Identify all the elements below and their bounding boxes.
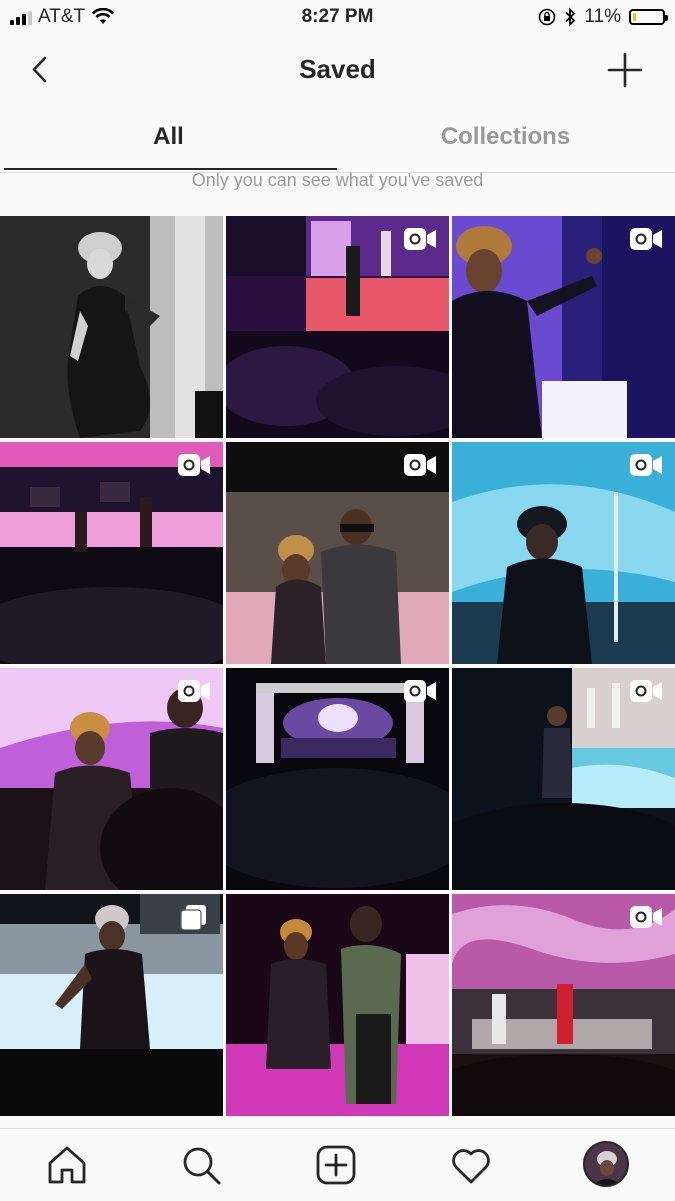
grid-item[interactable] bbox=[226, 216, 449, 438]
grid-item[interactable] bbox=[0, 216, 223, 438]
grid-item[interactable] bbox=[0, 442, 223, 664]
activity-tab[interactable] bbox=[447, 1141, 495, 1189]
video-camera-icon bbox=[404, 680, 436, 702]
video-camera-icon bbox=[630, 228, 662, 250]
video-camera-icon bbox=[630, 680, 662, 702]
tab-all[interactable]: All bbox=[0, 106, 337, 170]
home-icon bbox=[48, 1146, 86, 1184]
video-camera-icon bbox=[404, 454, 436, 476]
profile-avatar[interactable] bbox=[583, 1141, 629, 1187]
carousel-icon bbox=[180, 905, 206, 930]
status-right: 11% bbox=[538, 6, 668, 28]
battery-percent: 11% bbox=[584, 6, 621, 27]
create-post-tab[interactable] bbox=[312, 1141, 360, 1189]
video-camera-icon bbox=[630, 454, 662, 476]
grid-item[interactable] bbox=[452, 668, 675, 890]
orientation-lock-icon bbox=[539, 8, 556, 26]
new-collection-button[interactable] bbox=[605, 50, 645, 90]
grid-item[interactable] bbox=[0, 668, 223, 890]
grid-item[interactable] bbox=[452, 442, 675, 664]
status-bar: AT&T 8:27 PM 11% bbox=[0, 0, 675, 36]
search-icon bbox=[183, 1147, 221, 1185]
saved-tabs: All Collections bbox=[0, 106, 675, 173]
tab-bar bbox=[0, 1128, 675, 1201]
plus-icon bbox=[607, 52, 643, 88]
search-tab[interactable] bbox=[177, 1141, 225, 1189]
tab-collections[interactable]: Collections bbox=[337, 106, 674, 170]
grid-item[interactable] bbox=[452, 894, 675, 1116]
grid-item[interactable] bbox=[226, 894, 449, 1116]
privacy-notice: Only you can see what you've saved bbox=[191, 170, 484, 190]
grid-item[interactable] bbox=[226, 442, 449, 664]
battery-icon bbox=[629, 9, 668, 25]
grid-item[interactable] bbox=[452, 216, 675, 438]
page-title: Saved bbox=[299, 54, 376, 84]
bluetooth-icon bbox=[565, 7, 576, 27]
navigation-header: Saved bbox=[0, 36, 675, 106]
video-camera-icon bbox=[630, 906, 662, 928]
home-tab[interactable] bbox=[43, 1141, 91, 1189]
add-post-icon bbox=[316, 1145, 356, 1185]
video-camera-icon bbox=[178, 680, 210, 702]
video-camera-icon bbox=[178, 454, 210, 476]
grid-item[interactable] bbox=[226, 668, 449, 890]
grid-item[interactable] bbox=[0, 894, 223, 1116]
saved-posts-grid bbox=[0, 216, 675, 1128]
activity-heart-icon bbox=[452, 1149, 490, 1184]
video-camera-icon bbox=[404, 228, 436, 250]
